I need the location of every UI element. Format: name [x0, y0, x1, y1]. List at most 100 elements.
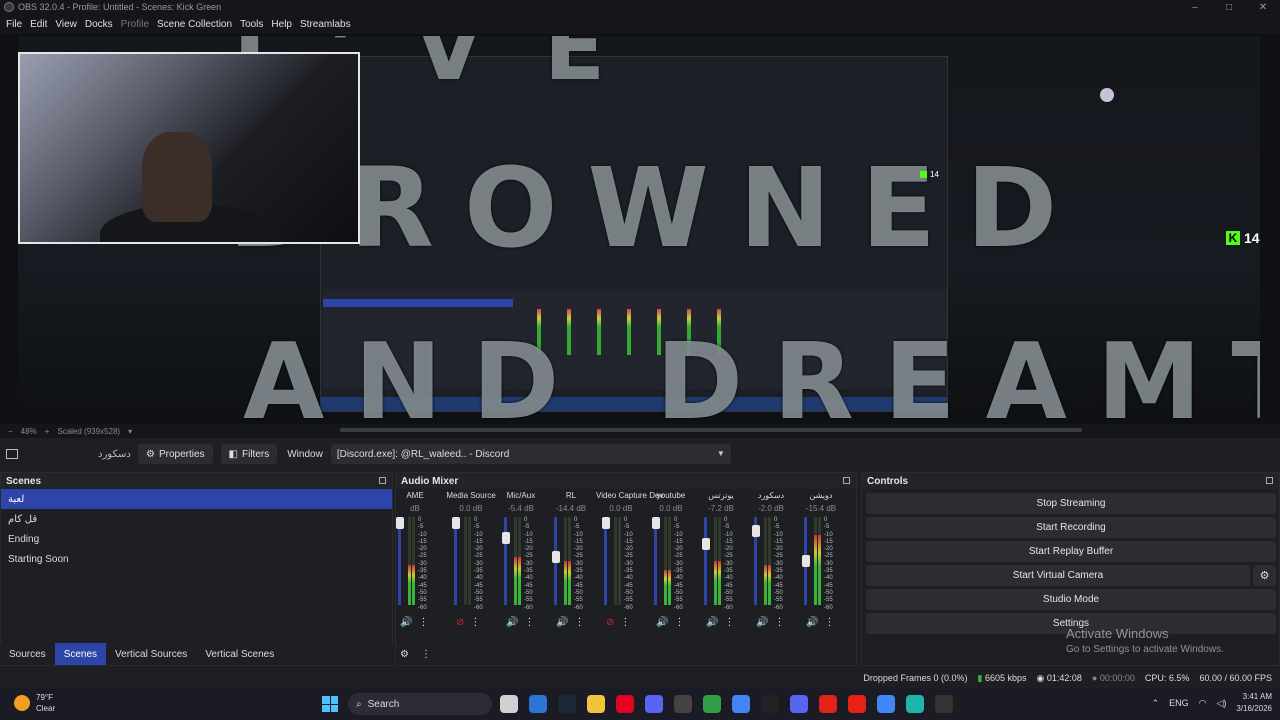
app-icon[interactable] [761, 695, 779, 713]
scale-tick-label: -20 [824, 546, 833, 553]
stop-streaming-button[interactable]: Stop Streaming [866, 493, 1276, 514]
menu-streamlabs[interactable]: Streamlabs [296, 19, 355, 30]
speaker-icon[interactable]: 🔊 [806, 617, 818, 628]
task-view-icon[interactable] [500, 695, 518, 713]
nvidia-icon[interactable] [703, 695, 721, 713]
menu-edit[interactable]: Edit [26, 19, 51, 30]
scale-dropdown-icon[interactable]: ▾ [128, 427, 132, 436]
tab-scenes[interactable]: Scenes [54, 643, 107, 665]
speaker-icon[interactable]: 🔊 [506, 617, 518, 628]
mixer-menu-icon[interactable]: ⋮ [421, 649, 431, 660]
scene-item[interactable]: لعبة [1, 489, 392, 509]
start-button-windows-icon[interactable] [322, 696, 338, 712]
tab-sources[interactable]: Sources [0, 643, 55, 665]
volume-fader-track[interactable] [398, 517, 401, 605]
discord-icon[interactable] [645, 695, 663, 713]
webcam-source [18, 52, 360, 244]
scene-item[interactable]: Ending [1, 529, 392, 549]
channel-menu-icon[interactable]: ⋮ [418, 617, 428, 628]
window-select[interactable]: [Discord.exe]: @RL_waleed.. - Discord ▼ [330, 444, 731, 464]
volume-fader-handle[interactable] [802, 555, 810, 567]
volume-fader-track[interactable] [604, 517, 607, 605]
channel-menu-icon[interactable]: ⋮ [774, 617, 784, 628]
zoom-in-button[interactable]: + [45, 427, 50, 436]
volume-fader-handle[interactable] [552, 551, 560, 564]
maximize-button[interactable]: □ [1212, 0, 1246, 14]
undock-icon[interactable] [1266, 477, 1273, 484]
mixer-settings-icon[interactable]: ⚙ [400, 649, 409, 660]
start-recording-button[interactable]: Start Recording [866, 517, 1276, 538]
language-indicator[interactable]: ENG [1169, 698, 1189, 708]
start-replay-buffer-button[interactable]: Start Replay Buffer [866, 541, 1276, 562]
weather-widget[interactable]: 79°F Clear [14, 692, 55, 714]
menu-docks[interactable]: Docks [81, 19, 117, 30]
scale-mode[interactable]: Scaled (939x528) [57, 427, 120, 436]
channel-menu-icon[interactable]: ⋮ [574, 617, 584, 628]
volume-fader-handle[interactable] [502, 532, 510, 545]
youtube-music-icon[interactable] [848, 695, 866, 713]
speaker-icon[interactable]: 🔊 [400, 617, 412, 628]
preview-horizontal-scrollbar[interactable] [340, 428, 1082, 432]
file-explorer-icon[interactable] [587, 695, 605, 713]
youtube-icon[interactable] [819, 695, 837, 713]
tab-vertical-sources[interactable]: Vertical Sources [106, 643, 196, 665]
volume-icon[interactable]: ◁) [1216, 698, 1226, 709]
undock-icon[interactable] [379, 477, 386, 484]
chrome-icon[interactable] [732, 695, 750, 713]
preview-area[interactable]: I'VE DROWNED AND DREAMT 14 K 14 [0, 34, 1280, 424]
volume-fader-track[interactable] [454, 517, 457, 605]
edge-icon[interactable] [529, 695, 547, 713]
speaker-icon[interactable]: 🔊 [756, 617, 768, 628]
volume-fader-handle[interactable] [652, 517, 660, 529]
menu-profile[interactable]: Profile [117, 19, 153, 30]
channel-menu-icon[interactable]: ⋮ [824, 617, 834, 628]
zoom-out-button[interactable]: − [8, 427, 13, 436]
tab-vertical-scenes[interactable]: Vertical Scenes [196, 643, 283, 665]
volume-fader-handle[interactable] [396, 517, 404, 529]
chevron-up-icon[interactable]: ⌃ [1152, 698, 1160, 709]
minimize-button[interactable]: – [1178, 0, 1212, 14]
channel-menu-icon[interactable]: ⋮ [724, 617, 734, 628]
menu-tools[interactable]: Tools [236, 19, 267, 30]
volume-fader-track[interactable] [504, 517, 507, 605]
wifi-icon[interactable]: ◠ [1199, 698, 1207, 709]
app-icon[interactable] [906, 695, 924, 713]
volume-fader-handle[interactable] [602, 517, 610, 529]
menu-scene-collection[interactable]: Scene Collection [153, 19, 236, 30]
muted-speaker-icon[interactable]: ⊘ [606, 617, 614, 628]
volume-fader-handle[interactable] [702, 538, 710, 551]
menu-help[interactable]: Help [267, 19, 296, 30]
epic-games-icon[interactable] [935, 695, 953, 713]
properties-button[interactable]: ⚙ Properties [138, 444, 213, 464]
chrome-icon[interactable] [877, 695, 895, 713]
studio-mode-button[interactable]: Studio Mode [866, 589, 1276, 610]
preview-canvas[interactable]: I'VE DROWNED AND DREAMT 14 K 14 [18, 36, 1260, 420]
volume-fader-handle[interactable] [752, 524, 760, 537]
volume-fader-handle[interactable] [452, 517, 460, 529]
pinterest-icon[interactable] [616, 695, 634, 713]
obs-icon[interactable] [674, 695, 692, 713]
filters-button[interactable]: ◧ Filters [220, 444, 278, 464]
channel-menu-icon[interactable]: ⋮ [524, 617, 534, 628]
start-virtual-camera-button[interactable]: Start Virtual Camera [866, 565, 1250, 586]
channel-menu-icon[interactable]: ⋮ [620, 617, 630, 628]
taskbar-search[interactable]: ⌕ Search [348, 693, 492, 715]
channel-menu-icon[interactable]: ⋮ [674, 617, 684, 628]
menu-view[interactable]: View [51, 19, 81, 30]
close-button[interactable]: ✕ [1246, 0, 1280, 14]
channel-menu-icon[interactable]: ⋮ [470, 617, 480, 628]
discord-ptb-icon[interactable] [790, 695, 808, 713]
steam-icon[interactable] [558, 695, 576, 713]
muted-speaker-icon[interactable]: ⊘ [456, 617, 464, 628]
menu-file[interactable]: File [2, 19, 26, 30]
scene-item[interactable]: قل كام [1, 509, 392, 529]
speaker-icon[interactable]: 🔊 [706, 617, 718, 628]
virtual-camera-settings-gear-icon[interactable]: ⚙ [1253, 565, 1276, 586]
speaker-icon[interactable]: 🔊 [656, 617, 668, 628]
clock[interactable]: 3:41 AM 3/16/2026 [1236, 691, 1272, 715]
volume-fader-track[interactable] [704, 517, 707, 605]
volume-fader-track[interactable] [654, 517, 657, 605]
undock-icon[interactable] [843, 477, 850, 484]
speaker-icon[interactable]: 🔊 [556, 617, 568, 628]
scene-item[interactable]: Starting Soon [1, 549, 392, 569]
